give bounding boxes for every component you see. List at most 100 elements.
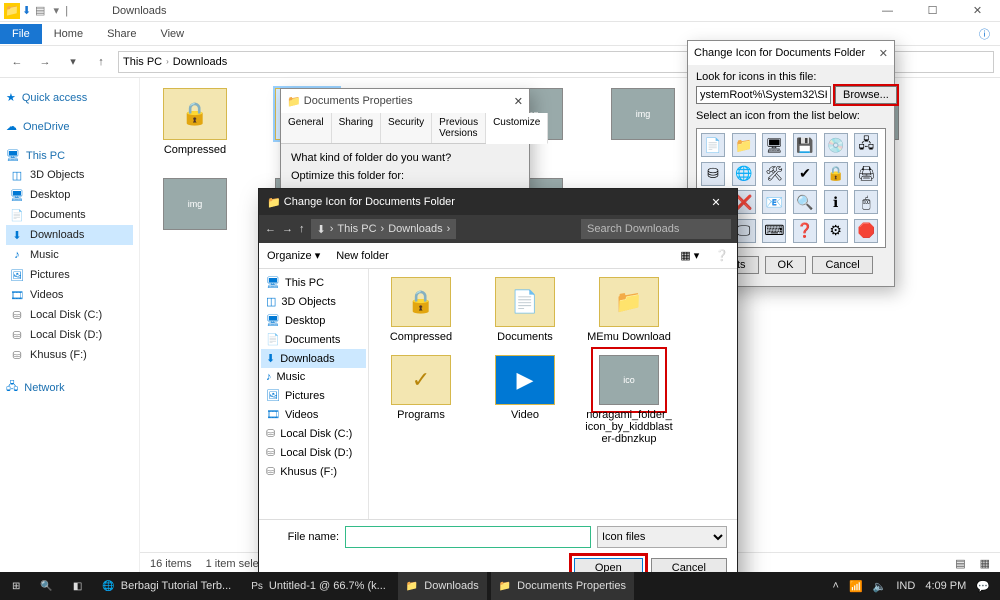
tray-clock[interactable]: 4:09 PM (925, 580, 966, 592)
qat-dropdown-icon[interactable]: ▾ (49, 4, 63, 18)
tab-share[interactable]: Share (95, 24, 148, 44)
icon-choice[interactable]: ✔ (793, 162, 817, 186)
filter-select[interactable]: Icon files (597, 526, 727, 548)
taskbar-app[interactable]: PsUntitled-1 @ 66.7% (k... (243, 572, 394, 600)
sidebar-item[interactable]: ⬇Downloads (261, 349, 366, 368)
help-icon[interactable]: ❔ (715, 249, 729, 262)
sidebar-item[interactable]: ◫3D Objects (261, 292, 366, 311)
search-button[interactable]: 🔍 (32, 572, 60, 600)
up-button[interactable]: ↑ (299, 223, 305, 235)
open-breadcrumb[interactable]: ⬇›This PC›Downloads› (311, 219, 457, 239)
forward-button[interactable]: → (34, 51, 56, 73)
sidebar-item-localc[interactable]: ⛁Local Disk (C:) (6, 305, 133, 325)
sidebar-item[interactable]: ⛁Local Disk (D:) (261, 443, 366, 462)
tray-vol-icon[interactable]: 🔈 (873, 580, 887, 593)
tab-prevver[interactable]: Previous Versions (432, 113, 486, 143)
icon-choice[interactable]: 🖥 (762, 133, 786, 157)
tray-lang[interactable]: IND (896, 580, 915, 592)
sidebar-network[interactable]: 🖧Network (6, 375, 133, 400)
sidebar-item[interactable]: 🎞Videos (261, 405, 366, 424)
sidebar-item-locald[interactable]: ⛁Local Disk (D:) (6, 325, 133, 345)
tab-customize[interactable]: Customize (486, 113, 548, 144)
tab-home[interactable]: Home (42, 24, 95, 44)
icon-choice[interactable]: 📧 (762, 190, 786, 214)
start-button[interactable]: ⊞ (4, 572, 28, 600)
sidebar-item[interactable]: 🖥This PC (261, 273, 366, 292)
folder-item-selected[interactable]: iconoragami_folder_icon_by_kiddblaster-d… (585, 355, 673, 445)
cancel-button[interactable]: Cancel (812, 256, 872, 274)
close-icon[interactable]: ✕ (879, 47, 888, 60)
tab-file[interactable]: File (0, 24, 42, 44)
tab-general[interactable]: General (281, 113, 332, 143)
sidebar-item-desktop[interactable]: 🖥Desktop (6, 185, 133, 205)
taskbar-app[interactable]: 🌐Berbagi Tutorial Terb... (94, 572, 239, 600)
breadcrumb-part[interactable]: Downloads (173, 56, 227, 68)
tray-notif-icon[interactable]: 💬 (976, 580, 990, 593)
recent-dropdown[interactable]: ▾ (62, 51, 84, 73)
tab-security[interactable]: Security (381, 113, 432, 143)
icon-choice[interactable]: ℹ (824, 190, 848, 214)
sidebar-item-videos[interactable]: 🎞Videos (6, 285, 133, 305)
sidebar-item-documents[interactable]: 📄Documents (6, 205, 133, 225)
folder-item[interactable]: ✓Programs (377, 355, 465, 445)
icon-choice[interactable]: 🌐 (732, 162, 756, 186)
folder-item[interactable]: 🔒Compressed (377, 277, 465, 343)
folder-item[interactable]: img (152, 178, 238, 270)
icon-choice[interactable]: 💾 (793, 133, 817, 157)
close-button[interactable]: ✕ (955, 0, 1000, 22)
sidebar-thispc[interactable]: 🖥This PC (6, 146, 133, 165)
sidebar-item[interactable]: ⛁Local Disk (C:) (261, 424, 366, 443)
qat-icon[interactable]: ▤ (33, 4, 47, 18)
maximize-button[interactable]: ☐ (910, 0, 955, 22)
sidebar-quickaccess[interactable]: ★Quick access (6, 88, 133, 107)
icon-choice[interactable]: 🖧 (854, 133, 878, 157)
tray-up-icon[interactable]: ˄ (833, 580, 839, 592)
open-search[interactable]: Search Downloads (581, 219, 731, 239)
icon-choice[interactable]: ⛁ (701, 162, 725, 186)
sidebar-item[interactable]: 🖼Pictures (261, 386, 366, 405)
ok-button[interactable]: OK (765, 256, 807, 274)
icon-choice[interactable]: 🛑 (854, 219, 878, 243)
taskview-button[interactable]: ◧ (65, 572, 90, 600)
folder-item[interactable]: 🔒Compressed (152, 88, 238, 156)
open-file-grid[interactable]: 🔒Compressed 📄Documents 📁MEmu Download ✓P… (369, 269, 737, 519)
view-details-icon[interactable]: ▤ (955, 557, 965, 570)
sidebar-item-khusus[interactable]: ⛁Khusus (F:) (6, 345, 133, 365)
help-icon[interactable]: ⓘ (969, 26, 1000, 42)
taskbar-app[interactable]: 📁Documents Properties (491, 572, 634, 600)
folder-item[interactable]: img (600, 88, 686, 156)
sidebar-item[interactable]: ♪Music (261, 368, 366, 386)
taskbar-app[interactable]: 📁Downloads (398, 572, 487, 600)
icon-choice[interactable]: ⚙ (824, 219, 848, 243)
newfolder-button[interactable]: New folder (336, 250, 389, 262)
close-icon[interactable]: ✕ (703, 189, 729, 215)
icon-choice[interactable]: 🖱 (854, 190, 878, 214)
close-icon[interactable]: ✕ (514, 95, 523, 108)
icon-choice[interactable]: 🔒 (824, 162, 848, 186)
back-button[interactable]: ← (6, 51, 28, 73)
icon-choice[interactable]: ⌨ (762, 219, 786, 243)
icon-choice[interactable]: 🖨 (854, 162, 878, 186)
tab-sharing[interactable]: Sharing (332, 113, 381, 143)
sidebar-item-music[interactable]: ♪Music (6, 245, 133, 265)
folder-item[interactable]: 📄Documents (481, 277, 569, 343)
icon-choice[interactable]: 🛠 (762, 162, 786, 186)
sidebar-onedrive[interactable]: ☁OneDrive (6, 117, 133, 136)
view-icon[interactable]: ▦ ▾ (680, 249, 699, 262)
sidebar-item-3dobjects[interactable]: ◫3D Objects (6, 165, 133, 185)
icon-path-input[interactable] (696, 86, 831, 104)
icon-choice[interactable]: 📁 (732, 133, 756, 157)
sidebar-item[interactable]: 📄Documents (261, 330, 366, 349)
folder-item[interactable]: ▶Video (481, 355, 569, 445)
filename-input[interactable] (345, 526, 591, 548)
up-button[interactable]: ↑ (90, 51, 112, 73)
back-button[interactable]: ← (265, 223, 276, 235)
sidebar-item[interactable]: ⛁Khusus (F:) (261, 462, 366, 481)
minimize-button[interactable]: — (865, 0, 910, 22)
tab-view[interactable]: View (148, 24, 196, 44)
folder-item[interactable]: 📁MEmu Download (585, 277, 673, 343)
browse-button[interactable]: Browse... (835, 86, 897, 104)
view-icons-icon[interactable]: ▦ (980, 557, 990, 570)
sidebar-item-downloads[interactable]: ⬇Downloads (6, 225, 133, 245)
sidebar-item[interactable]: 🖥Desktop (261, 311, 366, 330)
